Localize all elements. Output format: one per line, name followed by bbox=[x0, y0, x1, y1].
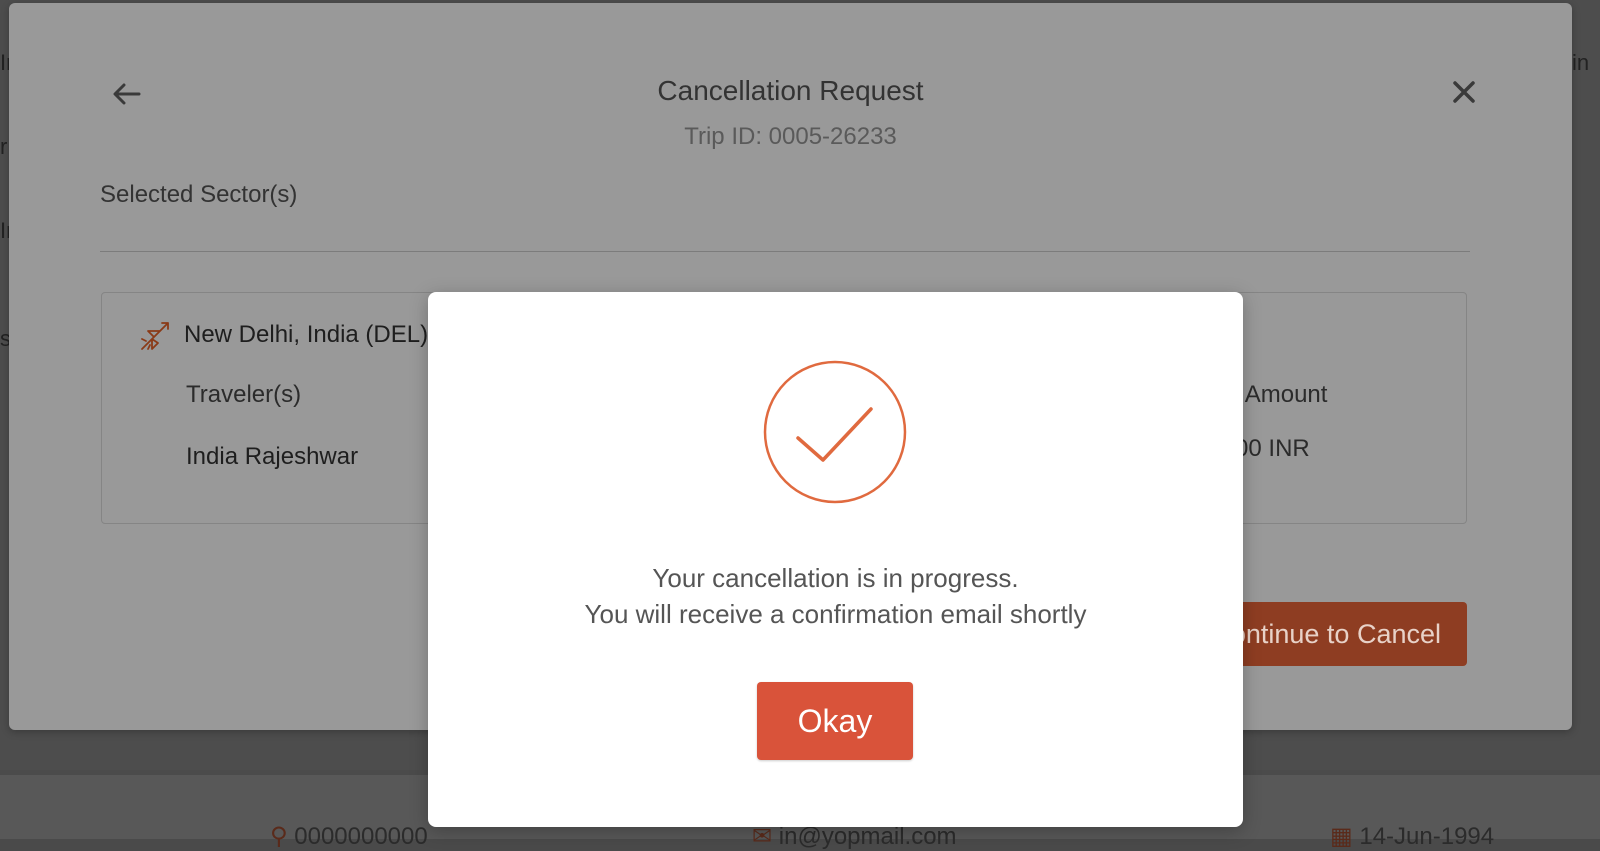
message-line-1: Your cancellation is in progress. bbox=[652, 563, 1019, 593]
traveler-name: India Rajeshwar bbox=[186, 443, 359, 470]
modal-title: Cancellation Request bbox=[657, 75, 924, 106]
okay-button[interactable]: Okay bbox=[757, 682, 913, 760]
footer-date-text: 14-Jun-1994 bbox=[1359, 823, 1495, 850]
check-circle-icon bbox=[762, 359, 908, 505]
calendar-icon: ▦ bbox=[1330, 823, 1353, 850]
dialog-message: Your cancellation is in progress. You wi… bbox=[428, 560, 1243, 632]
email-icon: ✉ bbox=[752, 823, 773, 850]
cancellation-progress-dialog: Your cancellation is in progress. You wi… bbox=[428, 292, 1243, 827]
phone-icon: ⚲ bbox=[270, 823, 288, 850]
footer-dob: ▦ 14-Jun-1994 bbox=[1330, 822, 1494, 851]
message-line-2: You will receive a confirmation email sh… bbox=[584, 599, 1087, 629]
background-edge-text: in bbox=[1572, 50, 1590, 75]
travelers-label: Traveler(s) bbox=[186, 381, 302, 408]
footer-phone-text: 0000000000 bbox=[294, 823, 428, 850]
footer-phone: ⚲ 0000000000 bbox=[270, 822, 428, 851]
background-edge-text: r bbox=[0, 134, 8, 159]
trip-id: Trip ID: 0005-26233 bbox=[684, 123, 897, 150]
plane-icon bbox=[138, 319, 172, 353]
close-icon[interactable] bbox=[1449, 77, 1479, 107]
sector-route: New Delhi, India (DEL) bbox=[184, 321, 429, 348]
footer-email-text: in@yopmail.com bbox=[778, 823, 957, 850]
selected-sectors-label: Selected Sector(s) bbox=[100, 181, 298, 208]
divider bbox=[100, 251, 1470, 252]
